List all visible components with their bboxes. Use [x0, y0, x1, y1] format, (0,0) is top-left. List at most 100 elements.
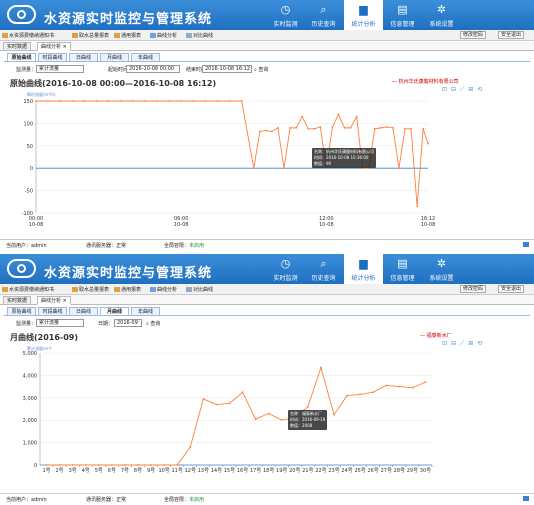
data-point: [252, 167, 255, 170]
data-point: [168, 100, 170, 102]
data-point: [119, 100, 122, 102]
data-point: [301, 115, 304, 118]
data-point: [215, 403, 218, 406]
data-point: [137, 464, 139, 466]
x-tick-label: 2号: [56, 468, 64, 474]
bottom-screenshot: 水资源实时监控与管理系统 ◷ 实时监测 ⌕ 历史查询 ▆ 统计分析 ▤ 信息管理 ✲ 系统…: [0, 254, 534, 505]
x-tick-label: 8号: [134, 468, 142, 474]
data-point: [47, 100, 49, 102]
x-tick-label: 10-08: [29, 222, 44, 228]
data-point: [372, 391, 375, 394]
db-status: 未启用: [189, 497, 205, 503]
current-user: admin: [31, 497, 47, 503]
y-tick-label: 4,000: [23, 373, 37, 379]
data-point: [216, 100, 219, 102]
y-tick-label: 1,000: [23, 441, 37, 447]
data-point: [45, 464, 48, 466]
service-status: 正常: [116, 243, 127, 249]
data-point: [267, 412, 270, 415]
data-point: [228, 402, 231, 405]
data-point: [58, 464, 61, 466]
x-tick-label: 30号: [420, 468, 431, 474]
data-point: [422, 127, 425, 130]
data-point: [280, 419, 283, 421]
x-tick-label: 28号: [394, 468, 405, 474]
x-tick-label: 9号: [147, 468, 155, 474]
data-point: [163, 464, 166, 466]
x-tick-label: 14号: [211, 468, 222, 474]
x-tick-label: 10-08: [421, 222, 436, 228]
x-tick-label: 19号: [276, 468, 287, 474]
data-point: [97, 464, 100, 466]
data-point: [333, 413, 335, 416]
data-point: [313, 127, 316, 130]
series-line: [46, 366, 426, 466]
data-point: [392, 126, 394, 129]
y-tick-label: 3,000: [23, 396, 37, 402]
data-point: [254, 418, 257, 420]
x-tick-label: 29号: [407, 468, 418, 474]
chart-tooltip: 名称：杭州华氏康酸材料有限公司 时间：2016-10-08 10:36:00 数值：…: [312, 148, 376, 168]
raw-curve-chart: 150100500-50-10000:0010-0806:0010-0812:0…: [22, 99, 436, 228]
x-tick-label: 23号: [328, 468, 339, 474]
x-tick-label: 21号: [302, 468, 313, 474]
y-tick-label: 50: [27, 144, 33, 150]
data-point: [410, 127, 412, 130]
data-point: [110, 464, 113, 466]
chat-icon[interactable]: [523, 242, 529, 247]
data-point: [107, 100, 110, 102]
data-point: [349, 126, 352, 129]
data-point: [240, 100, 243, 102]
data-point: [35, 100, 37, 102]
data-point: [404, 127, 406, 130]
x-tick-label: 7号: [121, 468, 129, 474]
x-tick-label: 11号: [172, 468, 183, 474]
x-tick-label: 12号: [185, 468, 196, 474]
data-point: [424, 381, 427, 384]
data-point: [427, 142, 429, 145]
x-tick-label: 5号: [95, 468, 103, 474]
data-point: [131, 100, 134, 102]
data-point: [373, 127, 376, 130]
data-point: [192, 100, 195, 102]
data-point: [331, 126, 334, 128]
status-bar: 当前用户：admin 通讯服务器：正常 全局容限：未启用: [0, 493, 534, 503]
data-point: [307, 127, 310, 130]
x-tick-label: 4号: [82, 468, 90, 474]
data-point: [84, 464, 87, 466]
month-curve-chart: 5,000 4,000 3,000 2,000 1,000 0 1号 2号 3号 4号 5号 6号 7号…: [23, 351, 433, 474]
data-point: [320, 366, 322, 369]
x-tick-label: 10号: [158, 468, 169, 474]
data-point: [180, 100, 183, 102]
service-status: 正常: [116, 497, 127, 503]
data-point: [71, 100, 74, 102]
y-tick-label: -50: [25, 189, 33, 195]
x-tick-label: 20号: [289, 468, 300, 474]
x-tick-label: 6号: [108, 468, 116, 474]
x-tick-label: 18号: [263, 468, 274, 474]
data-point: [385, 126, 388, 128]
data-point: [359, 393, 362, 396]
data-point: [258, 130, 261, 133]
data-point: [283, 167, 285, 170]
chart-tooltip: 名称：福泰新水厂 时间：2016-09-19 数值：2008: [288, 410, 328, 430]
y-tick-label: 0: [30, 166, 33, 172]
x-tick-label: 22号: [315, 468, 326, 474]
data-point: [337, 113, 340, 116]
data-point: [295, 126, 298, 129]
status-bar: 当前用户：admin 通讯服务器：正常 全局容限：未启用: [0, 239, 534, 249]
data-point: [189, 446, 192, 448]
chat-icon[interactable]: [523, 496, 529, 501]
x-tick-label: 15号: [224, 468, 235, 474]
data-point: [289, 126, 291, 129]
data-point: [271, 130, 273, 133]
y-tick-label: 2,000: [23, 418, 37, 424]
x-tick-label: 10-08: [174, 222, 189, 228]
data-point: [71, 464, 74, 466]
db-status: 未启用: [189, 243, 205, 249]
data-point: [385, 384, 388, 387]
x-tick-label: 27号: [381, 468, 392, 474]
data-point: [150, 464, 152, 466]
data-point: [264, 129, 267, 132]
x-tick-label: 3号: [69, 468, 77, 474]
